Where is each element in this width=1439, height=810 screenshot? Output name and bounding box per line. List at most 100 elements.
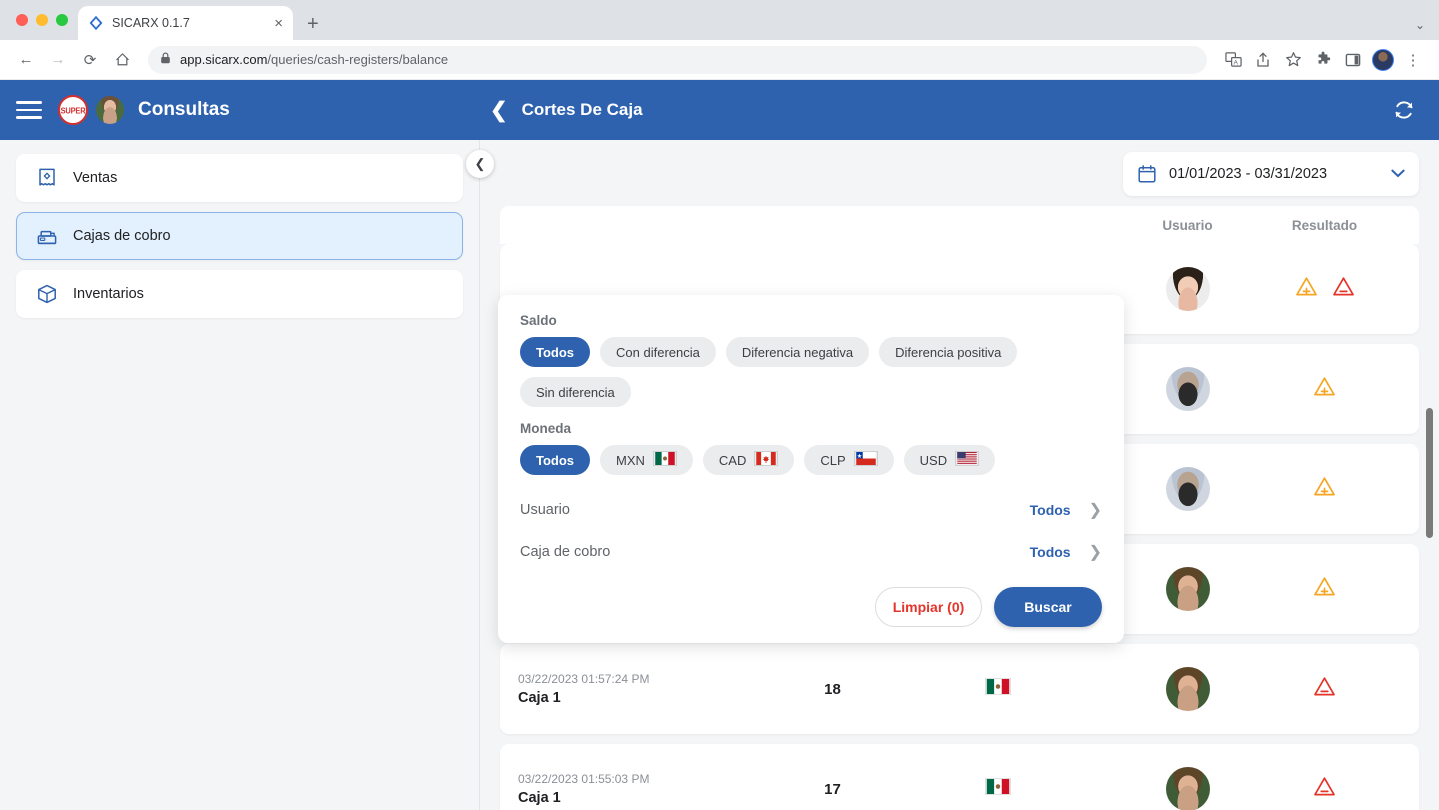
hamburger-icon[interactable] (16, 101, 42, 118)
table-row[interactable]: 03/22/2023 01:55:03 PM Caja 117 (500, 744, 1419, 810)
chip-moneda-mxn[interactable]: MXN (600, 445, 693, 475)
sidebar-item-inventarios[interactable]: Inventarios (16, 270, 463, 318)
row-caja-name: Caja 1 (518, 690, 775, 706)
chip-moneda-usd[interactable]: USD (904, 445, 995, 475)
table-row[interactable]: 03/22/2023 01:57:24 PM Caja 118 (500, 644, 1419, 734)
row-result-cell (1270, 576, 1419, 602)
row-number: 18 (775, 681, 890, 698)
profile-avatar[interactable] (1369, 46, 1397, 74)
chevron-right-icon: ❯ (1089, 500, 1102, 520)
back-chevron-icon[interactable]: ❮ (490, 100, 508, 121)
app-header-center: ❮ Cortes De Caja (490, 100, 643, 121)
warning-negative-icon[interactable] (1313, 776, 1336, 802)
date-range-picker[interactable]: 01/01/2023 - 03/31/2023 (1123, 152, 1419, 196)
column-header-resultado: Resultado (1270, 218, 1419, 233)
avatar (1166, 667, 1210, 711)
chip-moneda-cad[interactable]: CAD (703, 445, 794, 475)
toolbar-right-icons: A ⋮ (1219, 46, 1427, 74)
row-fecha-cell: 03/22/2023 01:57:24 PM Caja 1 (500, 672, 775, 706)
chip-saldo-con-diferencia[interactable]: Con diferencia (600, 337, 716, 367)
warning-positive-icon[interactable] (1313, 576, 1336, 602)
new-tab-button[interactable]: + (307, 14, 319, 34)
filter-row-usuario[interactable]: Usuario Todos ❯ (520, 489, 1102, 531)
address-bar[interactable]: app.sicarx.com/queries/cash-registers/ba… (148, 46, 1207, 74)
chip-moneda-todos[interactable]: Todos (520, 445, 590, 475)
page-title: Consultas (138, 99, 230, 121)
url-path: /queries/cash-registers/balance (267, 52, 448, 67)
column-header-usuario: Usuario (1105, 218, 1270, 233)
row-currencies (890, 678, 1105, 700)
row-datetime: 03/22/2023 01:55:03 PM (518, 772, 775, 786)
calendar-icon (1137, 164, 1157, 184)
filter-row-caja-de-cobro[interactable]: Caja de cobro Todos ❯ (520, 531, 1102, 573)
warning-positive-icon[interactable] (1313, 476, 1336, 502)
chip-label: Diferencia positiva (895, 345, 1001, 360)
clear-filters-button[interactable]: Limpiar (0) (875, 587, 982, 627)
avatar (1166, 567, 1210, 611)
date-range-value: 01/01/2023 - 03/31/2023 (1169, 166, 1379, 182)
chevron-right-icon: ❯ (1089, 542, 1102, 562)
bookmark-star-icon[interactable] (1279, 46, 1307, 74)
row-number: 17 (775, 781, 890, 798)
chip-saldo-diferencia-negativa[interactable]: Diferencia negativa (726, 337, 869, 367)
row-user-cell (1105, 667, 1270, 711)
warning-positive-icon[interactable] (1313, 376, 1336, 402)
search-button[interactable]: Buscar (994, 587, 1102, 627)
saldo-chip-group: Todos Con diferencia Diferencia negativa Di… (520, 337, 1102, 407)
scrollbar-thumb[interactable] (1426, 408, 1433, 538)
row-currencies (890, 778, 1105, 800)
app-header: SUPER Consultas ❮ Cortes De Caja (0, 80, 1439, 140)
row-user-cell (1105, 267, 1270, 311)
row-user-cell (1105, 467, 1270, 511)
share-icon[interactable] (1249, 46, 1277, 74)
chip-moneda-clp[interactable]: CLP (804, 445, 893, 475)
translate-icon[interactable]: A (1219, 46, 1247, 74)
back-icon[interactable]: ← (12, 46, 40, 74)
chip-label: CLP (820, 453, 845, 468)
date-filter-row: 01/01/2023 - 03/31/2023 (480, 140, 1439, 196)
tabstrip-caret-icon[interactable]: ⌄ (1415, 18, 1425, 32)
chip-saldo-todos[interactable]: Todos (520, 337, 590, 367)
sidebar-item-ventas[interactable]: Ventas (16, 154, 463, 202)
url-text: app.sicarx.com/queries/cash-registers/ba… (180, 52, 448, 67)
home-icon[interactable] (108, 46, 136, 74)
chip-label: Todos (536, 453, 574, 468)
browser-tab[interactable]: SICARX 0.1.7 × (78, 6, 293, 40)
sidebar: Ventas Cajas de cobro Inventarios ❮ (0, 140, 480, 810)
side-panel-icon[interactable] (1339, 46, 1367, 74)
chip-label: Con diferencia (616, 345, 700, 360)
warning-negative-icon[interactable] (1332, 276, 1355, 302)
minimize-window-button[interactable] (36, 14, 48, 26)
refresh-icon[interactable] (1391, 97, 1417, 123)
receipt-icon (35, 166, 59, 190)
close-window-button[interactable] (16, 14, 28, 26)
table-header: Usuario Resultado (500, 206, 1419, 244)
chevron-down-icon[interactable] (1391, 167, 1405, 181)
application: SUPER Consultas ❮ Cortes De Caja (0, 80, 1439, 810)
chip-saldo-sin-diferencia[interactable]: Sin diferencia (520, 377, 631, 407)
avatar (1166, 467, 1210, 511)
row-result-cell (1270, 776, 1419, 802)
extensions-icon[interactable] (1309, 46, 1337, 74)
flag-mxn-icon (985, 678, 1011, 700)
row-user-cell (1105, 767, 1270, 810)
close-tab-icon[interactable]: × (274, 16, 283, 31)
warning-positive-icon[interactable] (1295, 276, 1318, 302)
reload-icon[interactable]: ⟳ (76, 46, 104, 74)
warning-negative-icon[interactable] (1313, 676, 1336, 702)
header-user-avatar[interactable] (96, 96, 124, 124)
box-icon (35, 282, 59, 306)
maximize-window-button[interactable] (56, 14, 68, 26)
moneda-label: Moneda (520, 421, 1102, 436)
forward-icon[interactable]: → (44, 46, 72, 74)
sidebar-item-cajas-de-cobro[interactable]: Cajas de cobro (16, 212, 463, 260)
collapse-sidebar-button[interactable]: ❮ (466, 150, 494, 178)
chrome-menu-icon[interactable]: ⋮ (1399, 46, 1427, 74)
app-body: Ventas Cajas de cobro Inventarios ❮ (0, 140, 1439, 810)
browser-toolbar: ← → ⟳ app.sicarx.com/queries/cash-regist… (0, 40, 1439, 80)
chip-saldo-diferencia-positiva[interactable]: Diferencia positiva (879, 337, 1017, 367)
lock-icon (160, 52, 171, 67)
sidebar-item-label: Ventas (73, 170, 117, 186)
section-title: Cortes De Caja (522, 100, 643, 120)
url-domain: app.sicarx.com (180, 52, 267, 67)
